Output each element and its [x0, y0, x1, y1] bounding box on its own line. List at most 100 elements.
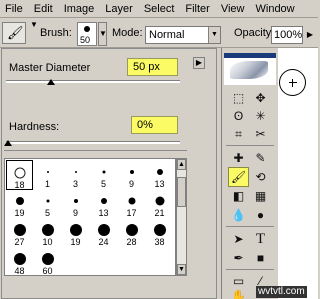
- healing-brush-icon[interactable]: ✚: [228, 148, 249, 168]
- menu-edit[interactable]: Edit: [29, 0, 59, 16]
- shape-tool-icon[interactable]: ■: [250, 248, 271, 268]
- path-select-icon[interactable]: ➤: [228, 229, 249, 249]
- brush-size-label: 21: [154, 208, 165, 218]
- opacity-label: Opacity:: [234, 27, 275, 39]
- menu-layer[interactable]: Layer: [100, 0, 139, 16]
- brush-size-label: 5: [44, 208, 50, 218]
- brush-preset-cell[interactable]: 9: [118, 160, 145, 190]
- toolbox-separator: [226, 226, 274, 227]
- hardness-slider-thumb[interactable]: [4, 140, 12, 146]
- brush-size-label: 60: [42, 266, 53, 276]
- marquee-tool-icon[interactable]: ⬚: [228, 88, 249, 108]
- brush-preset-cell[interactable]: 9: [62, 189, 89, 219]
- brush-preset-cell[interactable]: 28: [118, 218, 145, 248]
- brush-preset-cell[interactable]: 18: [6, 160, 33, 190]
- hardness-input[interactable]: 0%: [131, 116, 178, 134]
- panel-menu-arrow-icon[interactable]: ▶: [193, 57, 205, 69]
- toolbox-separator: [226, 145, 274, 146]
- brush-preset-cell[interactable]: 21: [146, 189, 173, 219]
- panel-divider: [4, 150, 187, 151]
- brush-tip-icon: [15, 197, 24, 205]
- brush-tip-icon: [46, 171, 49, 173]
- brush-size-label: 10: [42, 237, 53, 247]
- brush-size-label: 27: [14, 237, 25, 247]
- brush-tip-icon: [73, 199, 78, 203]
- scroll-up-icon[interactable]: ▲: [177, 159, 186, 170]
- brush-tip-icon: [100, 198, 107, 204]
- master-diameter-slider[interactable]: [6, 80, 180, 83]
- brush-tip-icon: [41, 253, 54, 265]
- pen-tool-icon[interactable]: ✒: [228, 248, 249, 268]
- menu-filter[interactable]: Filter: [180, 0, 215, 16]
- brush-preset-cell[interactable]: 3: [62, 160, 89, 190]
- preset-scrollbar[interactable]: ▲ ▼: [176, 158, 187, 276]
- lasso-tool-icon[interactable]: ʘ: [228, 106, 249, 126]
- brush-preset-cell[interactable]: 19: [62, 218, 89, 248]
- magic-wand-icon[interactable]: ✳: [250, 106, 271, 126]
- menu-bar: File Edit Image Layer Select Filter View Window: [0, 0, 318, 18]
- brush-preset-cell[interactable]: 17: [118, 189, 145, 219]
- brush-preset-cell[interactable]: 13: [90, 189, 117, 219]
- crosshair-icon: [289, 79, 297, 87]
- menu-select[interactable]: Select: [139, 0, 181, 16]
- brush-tip-icon: [155, 196, 164, 206]
- menu-view[interactable]: View: [216, 0, 251, 16]
- brush-size-label: 9: [72, 208, 78, 218]
- blur-tool-icon[interactable]: 💧: [228, 205, 249, 225]
- brush-size-label: 24: [98, 237, 109, 247]
- brush-preset-cell[interactable]: 24: [90, 218, 117, 248]
- brush-tip-icon: [153, 224, 166, 236]
- scroll-down-icon[interactable]: ▼: [177, 264, 186, 275]
- hand-tool-icon[interactable]: ✋: [228, 286, 249, 299]
- menu-window[interactable]: Window: [251, 0, 301, 16]
- gradient-tool-icon[interactable]: ▦: [250, 186, 271, 206]
- brush-size-label: 19: [70, 237, 81, 247]
- app-logo: [224, 53, 276, 85]
- brush-preset-cell[interactable]: 10: [34, 218, 61, 248]
- history-brush-icon[interactable]: ⟲: [250, 167, 271, 187]
- brush-preset-cell[interactable]: 5: [34, 189, 61, 219]
- opacity-input[interactable]: 100%: [271, 26, 303, 44]
- toolbox-separator: [226, 269, 274, 270]
- brush-tip-icon: [13, 224, 26, 236]
- brush-preset-cell[interactable]: 19: [6, 189, 33, 219]
- eraser-tool-icon[interactable]: ◧: [228, 186, 249, 206]
- brush-preset-cell[interactable]: 5: [90, 160, 117, 190]
- brush-tip-icon: [14, 167, 25, 179]
- tool-preset-picker[interactable]: 🖌: [2, 22, 26, 44]
- hardness-slider[interactable]: [6, 141, 180, 144]
- brush-preset-cell[interactable]: 1: [34, 160, 61, 190]
- brush-dropdown-button[interactable]: ▼: [98, 22, 107, 46]
- preset-arrow-icon[interactable]: ▼: [30, 20, 38, 29]
- brush-preset-cell[interactable]: 48: [6, 247, 33, 275]
- brush-preset-cell[interactable]: 27: [6, 218, 33, 248]
- brush-preset-cell[interactable]: 60: [34, 247, 61, 276]
- menu-file[interactable]: File: [0, 0, 29, 16]
- scroll-thumb[interactable]: [177, 177, 186, 207]
- menu-image[interactable]: Image: [59, 0, 101, 16]
- feather-icon: [230, 61, 268, 79]
- brush-tip-icon: [125, 224, 138, 236]
- crop-tool-icon[interactable]: ⌗: [228, 124, 249, 144]
- master-diameter-slider-thumb[interactable]: [47, 79, 55, 85]
- brush-tip-icon: [69, 224, 82, 236]
- pencil-tool-icon[interactable]: ✎: [250, 148, 271, 168]
- watermark: wvtvtl.com: [256, 286, 307, 298]
- master-diameter-input[interactable]: 50 px: [127, 58, 178, 76]
- dodge-tool-icon[interactable]: ●: [250, 205, 271, 225]
- opacity-arrow-icon[interactable]: ▶: [304, 27, 316, 43]
- brush-size-label: 13: [154, 179, 165, 189]
- brush-preset-sample[interactable]: 50: [77, 22, 97, 46]
- move-tool-icon[interactable]: ✥: [250, 88, 271, 108]
- brush-tip-icon: [128, 197, 135, 205]
- slice-tool-icon[interactable]: ✂: [250, 124, 271, 144]
- brush-preset-cell[interactable]: 38: [146, 218, 173, 248]
- brush-dot-icon: [84, 26, 90, 32]
- brush-tip-icon: [102, 170, 105, 174]
- brush-tool-icon[interactable]: 🖌: [228, 167, 249, 187]
- brush-size-label: 1: [44, 179, 50, 189]
- mode-dropdown-icon[interactable]: ▼: [208, 27, 220, 43]
- type-tool-icon[interactable]: T: [250, 229, 271, 249]
- brush-tip-icon: [41, 224, 54, 236]
- brush-preset-cell[interactable]: 13: [146, 160, 173, 190]
